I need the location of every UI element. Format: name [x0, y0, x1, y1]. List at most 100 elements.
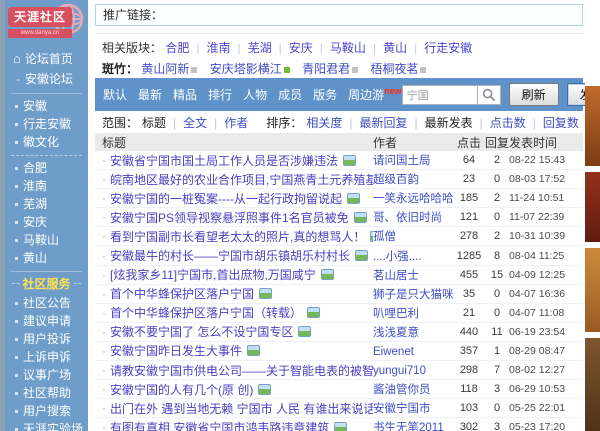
dash-line [12, 283, 20, 284]
logo-title: 天涯社区 [8, 7, 72, 27]
thread-author-link[interactable]: 孤僧 [373, 231, 396, 243]
thread-title-link[interactable]: 有图有真相,安徽省宁国市鸿韦路违章建筑 [110, 419, 329, 431]
toolbar-tab[interactable]: 最新 [138, 88, 162, 102]
related-board-link[interactable]: 马鞍山 [330, 41, 366, 55]
thread-title-link[interactable]: 请教安徽宁国市供电公司——关于智能电表的被智能问题(转载) [110, 362, 373, 379]
table-row: · 有图有真相,安徽省宁国市鸿韦路违章建筑 书生无笔2011 302 3 05-… [95, 418, 583, 431]
sort-option[interactable]: 点击数 [490, 116, 526, 130]
bullet-icon [15, 410, 18, 413]
scope-option[interactable]: 作者 [224, 116, 248, 130]
promo-links-box[interactable]: 推广链接： [95, 4, 583, 26]
sidebar-item[interactable]: 安徽 [13, 97, 88, 115]
sidebar-item[interactable]: 上诉申诉 [13, 348, 88, 366]
moderators-row: 斑竹： 黄山阿新 安庆塔影横江 青阳君君 梧桐夜茗 [95, 58, 583, 78]
related-board-link[interactable]: 淮南 [207, 41, 231, 55]
sidebar-item-forum-home[interactable]: ⌂论坛首页 [13, 49, 88, 69]
toolbar-tab[interactable]: 排行 [208, 88, 232, 102]
post-time: 05-25 22:01 [509, 402, 583, 414]
toolbar-tab[interactable]: 精品 [173, 88, 197, 102]
sidebar-item[interactable]: 天涯实验场 [13, 420, 88, 431]
thread-author-link[interactable]: 狮子是只大猫咪 [373, 289, 453, 301]
moderator-link[interactable]: 梧桐夜茗 [370, 62, 426, 76]
thread-title-link[interactable]: 安徽宁国的人有几个(原 创) [110, 381, 253, 398]
sidebar-item[interactable]: 马鞍山 [13, 231, 88, 249]
sort-option[interactable]: 相关度 [306, 116, 342, 130]
thread-author-link[interactable]: ....小强.... [373, 251, 422, 263]
bullet-icon [15, 302, 18, 305]
sidebar-item[interactable]: 用户搜索 [13, 402, 88, 420]
related-board-link[interactable]: 合肥 [165, 41, 189, 55]
thread-title-link[interactable]: 皖南地区最好的农业合作项目,宁国燕青土元养殖基地欢迎您 [110, 171, 373, 188]
thread-author-link[interactable]: 叭哩巴利 [373, 308, 419, 320]
related-board-link[interactable]: 黄山 [383, 41, 407, 55]
sort-option[interactable]: 回复数 [543, 116, 579, 130]
toolbar-tab[interactable]: 成员 [278, 88, 302, 102]
dash-line [74, 283, 82, 284]
refresh-button[interactable]: 刷新 [509, 83, 559, 106]
sidebar-item[interactable]: 建议申请 [13, 312, 88, 330]
toolbar-tab[interactable]: 周边游new [348, 88, 402, 102]
ad-thumbnail[interactable] [585, 86, 600, 166]
thread-author-link[interactable]: 哥、依旧时尚 [373, 212, 442, 224]
search-input[interactable] [402, 85, 478, 105]
search-button[interactable] [478, 85, 501, 105]
sidebar-item-anhui-forum[interactable]: -安徽论坛 [13, 69, 88, 89]
scope-option[interactable]: 全文 [183, 116, 207, 130]
thread-title-link[interactable]: 看到宁国副市长看望老太太的照片,真的想骂人！ [110, 228, 365, 245]
moderator-link[interactable]: 青阳君君 [302, 62, 358, 76]
thread-title-link[interactable]: [炫我家乡11]宁国市,首出庶物,万国咸宁 [110, 266, 316, 283]
toolbar-tab[interactable]: 人物 [243, 88, 267, 102]
thread-title-link[interactable]: 安徽宁国的一桩冤案----从一起行政拘留说起 [110, 190, 342, 207]
toolbar-tab[interactable]: 版务 [313, 88, 337, 102]
sidebar-item[interactable]: 用户投诉 [13, 330, 88, 348]
sort-option[interactable]: 最新发表 [425, 116, 473, 130]
sidebar-item[interactable]: 黄山 [13, 249, 88, 267]
thread-author-link[interactable]: 安徽宁国市 [373, 403, 431, 415]
sidebar-item[interactable]: 行走安徽 [13, 115, 88, 133]
sidebar-item[interactable]: 合肥 [13, 159, 88, 177]
scope-option[interactable]: 标题 [142, 116, 166, 130]
thread-title-link[interactable]: 安徽宁国昨日发生大事件 [110, 342, 242, 359]
ad-thumbnail[interactable] [585, 172, 600, 242]
thread-title-link[interactable]: 安徽不要宁国了 怎么不设宁国专区 [110, 323, 293, 340]
thread-author-link[interactable]: 茗山居士 [373, 270, 419, 282]
thread-author-link[interactable]: yungui710 [373, 365, 426, 377]
table-row: · 安徽宁国的一桩冤案----从一起行政拘留说起 一笑永远哈哈哈 185 2 1… [95, 189, 583, 208]
sidebar-item[interactable]: 芜湖 [13, 195, 88, 213]
thread-author-link[interactable]: Eiwenet [373, 346, 414, 358]
sidebar-item[interactable]: 安庆 [13, 213, 88, 231]
sidebar-divider [11, 155, 82, 156]
related-board-link[interactable]: 安庆 [289, 41, 313, 55]
bullet-icon [15, 105, 18, 108]
related-board-link[interactable]: 行走安徽 [424, 41, 472, 55]
toolbar-tab[interactable]: 默认 [103, 88, 127, 102]
thread-title-link[interactable]: 安徽省宁国市国土局工作人员是否涉嫌违法 [110, 152, 338, 169]
post-time: 05-23 17:20 [509, 421, 583, 431]
moderator-link[interactable]: 黄山阿新 [141, 62, 197, 76]
table-row: · 首个中华蜂保护区落户宁国 狮子是只大猫咪 35 0 04-07 16:36 [95, 285, 583, 304]
moderator-link[interactable]: 安庆塔影横江 [210, 62, 290, 76]
sidebar-item[interactable]: 淮南 [13, 177, 88, 195]
thread-author-link[interactable]: 超级百韵 [373, 174, 419, 186]
sidebar-item[interactable]: 社区帮助 [13, 384, 88, 402]
post-time: 08-03 17:52 [509, 173, 583, 185]
thread-author-link[interactable]: 请问国土局 [373, 155, 431, 167]
thread-title-link[interactable]: 首个中华蜂保护区落户宁国（转载） [110, 304, 302, 321]
sidebar-item[interactable]: 徽文化 [13, 133, 88, 151]
thread-title-link[interactable]: 安徽最牛的村长——宁国市胡乐镇胡乐村村长 [110, 247, 350, 264]
tianya-logo[interactable]: 天涯社区 www.tianya.cn [8, 7, 84, 41]
thread-author-link[interactable]: 一笑永远哈哈哈 [373, 193, 453, 205]
thread-title-link[interactable]: 安徽宁国PS领导视察悬浮照事件1名官员被免 [110, 209, 349, 226]
related-board-link[interactable]: 芜湖 [248, 41, 272, 55]
sidebar-item[interactable]: 议事广场 [13, 366, 88, 384]
promo-links-label: 推广链接： [103, 8, 163, 22]
ad-thumbnail[interactable] [585, 338, 600, 431]
thread-author-link[interactable]: 书生无笔2011 [373, 422, 444, 431]
thread-title-link[interactable]: 出门在外 遇到当地无赖 宁国市 人民 有谁出来说话 [110, 400, 373, 417]
sidebar-item[interactable]: 社区公告 [13, 294, 88, 312]
ad-thumbnail[interactable] [585, 248, 600, 332]
thread-author-link[interactable]: 酱油管你员 [373, 384, 431, 396]
thread-title-link[interactable]: 首个中华蜂保护区落户宁国 [110, 285, 254, 302]
thread-author-link[interactable]: 浅浅夏意 [373, 327, 419, 339]
sort-option[interactable]: 最新回复 [359, 116, 407, 130]
